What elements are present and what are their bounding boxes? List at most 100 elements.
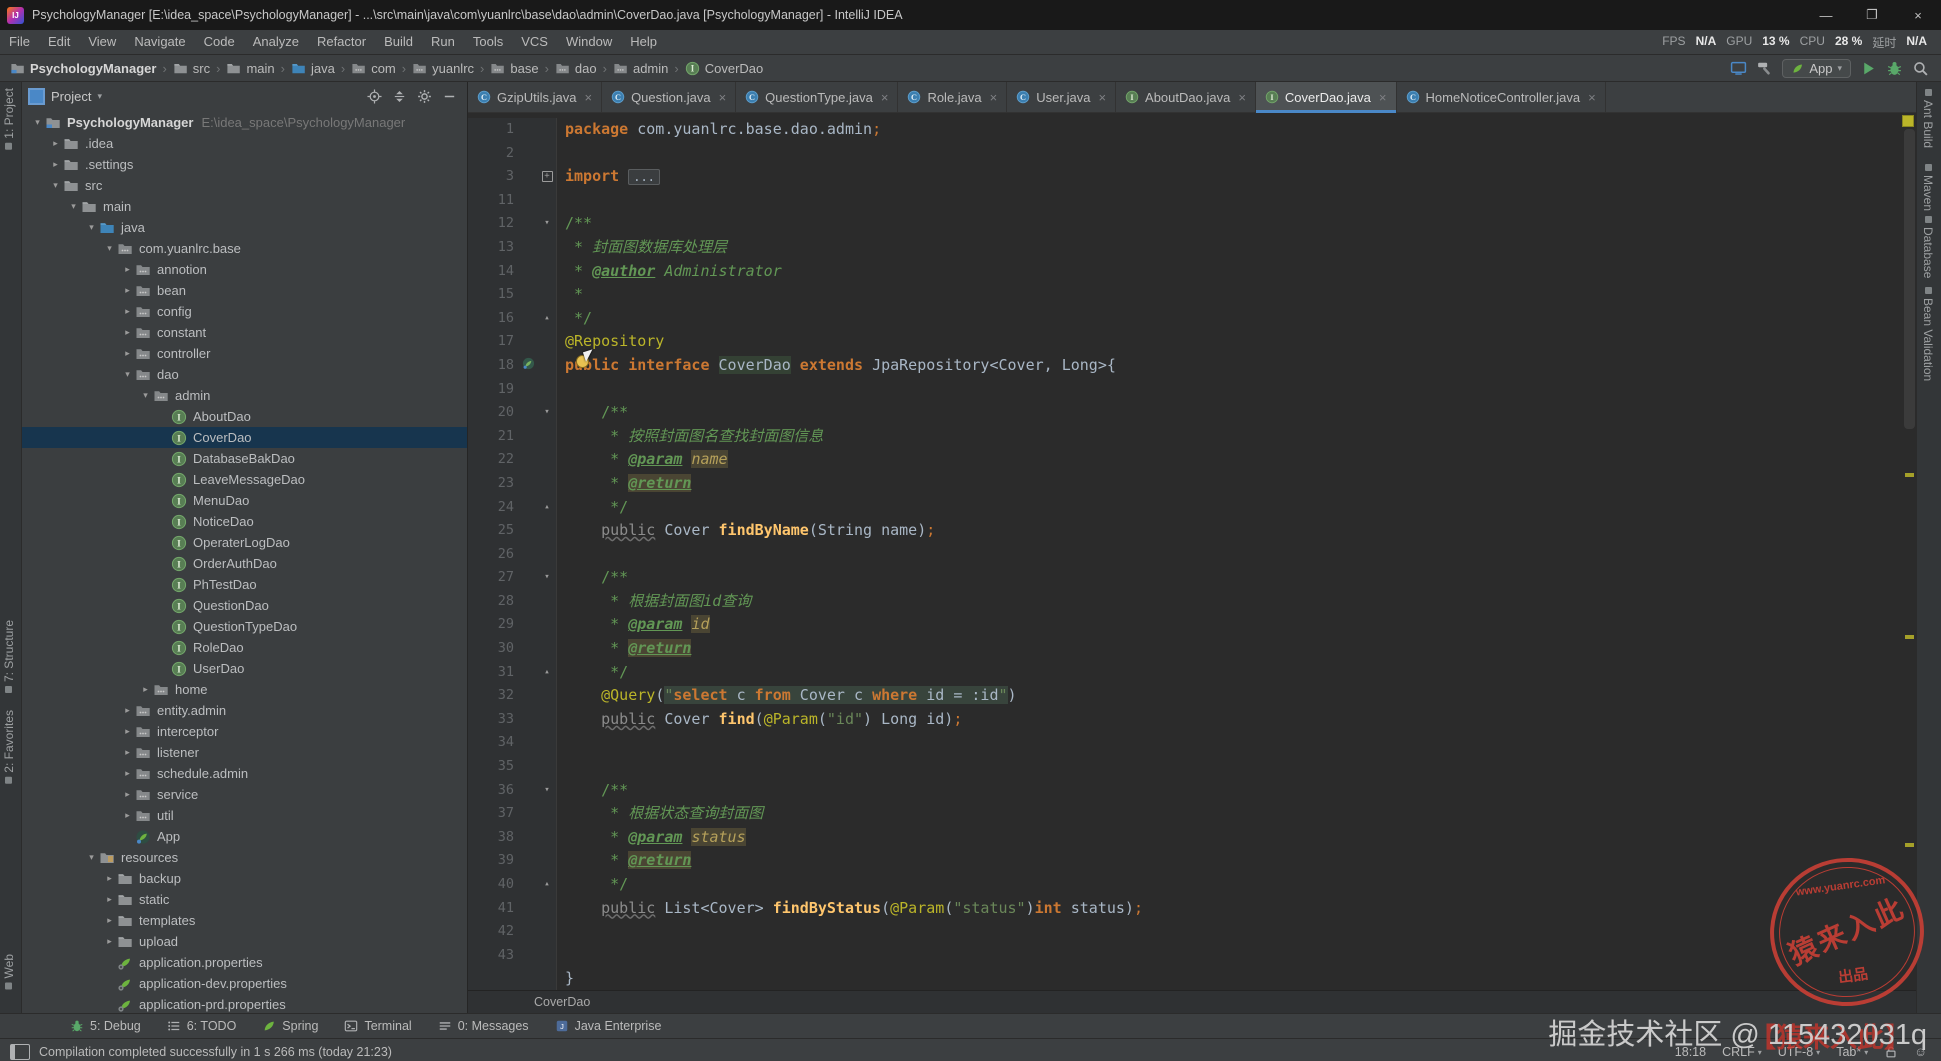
code-line-23[interactable]: 23 * @return [468,472,1916,496]
fold-close-icon[interactable]: ▴ [544,502,549,512]
tree-item-LeaveMessageDao[interactable]: ILeaveMessageDao [22,469,467,490]
breadcrumb-PsychologyManager[interactable]: PsychologyManager [8,61,158,76]
tree-item-QuestionTypeDao[interactable]: IQuestionTypeDao [22,616,467,637]
code-line-39[interactable]: 39 * @return [468,849,1916,873]
expand-arrow-icon[interactable]: ▾ [48,180,63,191]
tree-item-annotion[interactable]: ▸annotion [22,259,467,280]
expand-arrow-icon[interactable]: ▸ [120,705,135,716]
tree-item-resources[interactable]: ▾resources [22,847,467,868]
tool-button-7-structure[interactable]: 7: Structure [2,620,16,693]
tree-item-backup[interactable]: ▸backup [22,868,467,889]
tree-item-src[interactable]: ▾src [22,175,467,196]
debug-button[interactable] [1886,60,1903,77]
close-button[interactable]: × [1895,0,1941,30]
expand-arrow-icon[interactable]: ▸ [120,768,135,779]
code-line-21[interactable]: 21 * 按照封面图名查找封面图信息 [468,425,1916,449]
tree-item-java[interactable]: ▾java [22,217,467,238]
run-button[interactable] [1860,60,1877,77]
tree-item-DatabaseBakDao[interactable]: IDatabaseBakDao [22,448,467,469]
expand-arrow-icon[interactable]: ▸ [120,327,135,338]
tool-button-database[interactable]: Database [1921,216,1935,278]
tree-item-.idea[interactable]: ▸.idea [22,133,467,154]
restore-layout-icon[interactable] [10,1044,30,1060]
tree-item-constant[interactable]: ▸constant [22,322,467,343]
maximize-button[interactable]: ❐ [1849,0,1895,30]
breadcrumb-CoverDao[interactable]: ICoverDao [683,61,766,76]
code-line-22[interactable]: 22 * @param name [468,448,1916,472]
minimize-button[interactable]: — [1803,0,1849,30]
code-line-42[interactable]: 42 [468,920,1916,944]
code-line-13[interactable]: 13 * 封面图数据库处理层 [468,236,1916,260]
close-tab-icon[interactable]: × [584,90,592,105]
expand-arrow-icon[interactable]: ▸ [120,747,135,758]
menu-help[interactable]: Help [621,30,666,54]
code-line-1[interactable]: 1package com.yuanlrc.base.dao.admin; [468,118,1916,142]
tree-item-PhTestDao[interactable]: IPhTestDao [22,574,467,595]
code-line-12[interactable]: 12▾/** [468,212,1916,236]
tree-item-PsychologyManager[interactable]: ▾PsychologyManagerE:\idea_space\Psycholo… [22,112,467,133]
expand-arrow-icon[interactable]: ▾ [30,117,45,128]
tree-item-com.yuanlrc.base[interactable]: ▾com.yuanlrc.base [22,238,467,259]
tree-item-application.properties[interactable]: application.properties [22,952,467,973]
inspection-indicator[interactable] [1902,115,1914,127]
build-hammer-icon[interactable] [1756,60,1773,77]
fold-open-icon[interactable]: ▾ [544,407,549,417]
code-line-29[interactable]: 29 * @param id [468,613,1916,637]
tree-item-listener[interactable]: ▸listener [22,742,467,763]
breadcrumb-yuanlrc[interactable]: yuanlrc [410,61,476,76]
close-tab-icon[interactable]: × [1379,90,1387,105]
tree-item-MenuDao[interactable]: IMenuDao [22,490,467,511]
settings-gear-icon[interactable] [417,89,432,104]
fold-close-icon[interactable]: ▴ [544,879,549,889]
locate-file-icon[interactable] [367,89,382,104]
menu-analyze[interactable]: Analyze [244,30,308,54]
tree-item-home[interactable]: ▸home [22,679,467,700]
tool-button-1-project[interactable]: 1: Project [2,88,16,150]
fold-open-icon[interactable]: ▾ [544,218,549,228]
menu-navigate[interactable]: Navigate [125,30,194,54]
tree-item-bean[interactable]: ▸bean [22,280,467,301]
code-line-38[interactable]: 38 * @param status [468,826,1916,850]
tool-button-web[interactable]: Web [2,954,16,989]
expand-arrow-icon[interactable]: ▾ [120,369,135,380]
code-editor[interactable]: 1package com.yuanlrc.base.dao.admin;23+i… [468,113,1916,990]
tool-button-bean-validation[interactable]: Bean Validation [1921,287,1935,381]
tool-button-ant-build[interactable]: Ant Build [1921,89,1935,148]
tab-User.java[interactable]: CUser.java× [1007,82,1116,112]
close-tab-icon[interactable]: × [1238,90,1246,105]
hide-panel-icon[interactable] [442,89,457,104]
menu-edit[interactable]: Edit [39,30,79,54]
collapse-all-icon[interactable] [392,89,407,104]
breadcrumb-base[interactable]: base [488,61,540,76]
menu-run[interactable]: Run [422,30,464,54]
fold-open-icon[interactable]: ▾ [544,785,549,795]
menu-view[interactable]: View [79,30,125,54]
expand-arrow-icon[interactable]: ▸ [102,894,117,905]
tab-GzipUtils.java[interactable]: CGzipUtils.java× [468,82,602,112]
code-line-20[interactable]: 20▾ /** [468,401,1916,425]
code-line-16[interactable]: 16▴ */ [468,307,1916,331]
expand-arrow-icon[interactable]: ▾ [66,201,81,212]
code-line-24[interactable]: 24▴ */ [468,496,1916,520]
tree-item-service[interactable]: ▸service [22,784,467,805]
code-line-33[interactable]: 33 public Cover find(@Param("id") Long i… [468,708,1916,732]
menu-file[interactable]: File [0,30,39,54]
tool-button-2-favorites[interactable]: 2: Favorites [2,710,16,784]
code-line-43[interactable]: 43 [468,944,1916,968]
tree-item-UserDao[interactable]: IUserDao [22,658,467,679]
tab-Question.java[interactable]: CQuestion.java× [602,82,736,112]
expand-arrow-icon[interactable]: ▾ [84,852,99,863]
fold-expand-icon[interactable]: + [542,171,553,182]
menu-window[interactable]: Window [557,30,621,54]
expand-arrow-icon[interactable]: ▸ [48,159,63,170]
expand-arrow-icon[interactable]: ▸ [102,873,117,884]
expand-arrow-icon[interactable]: ▸ [120,285,135,296]
close-tab-icon[interactable]: × [1098,90,1106,105]
fold-close-icon[interactable]: ▴ [544,667,549,677]
tree-item-App[interactable]: App [22,826,467,847]
expand-arrow-icon[interactable]: ▸ [120,810,135,821]
code-line-11[interactable]: 11 [468,189,1916,213]
toolwindow-5-debug[interactable]: 5: Debug [70,1019,141,1033]
close-tab-icon[interactable]: × [1588,90,1596,105]
tree-item-.settings[interactable]: ▸.settings [22,154,467,175]
